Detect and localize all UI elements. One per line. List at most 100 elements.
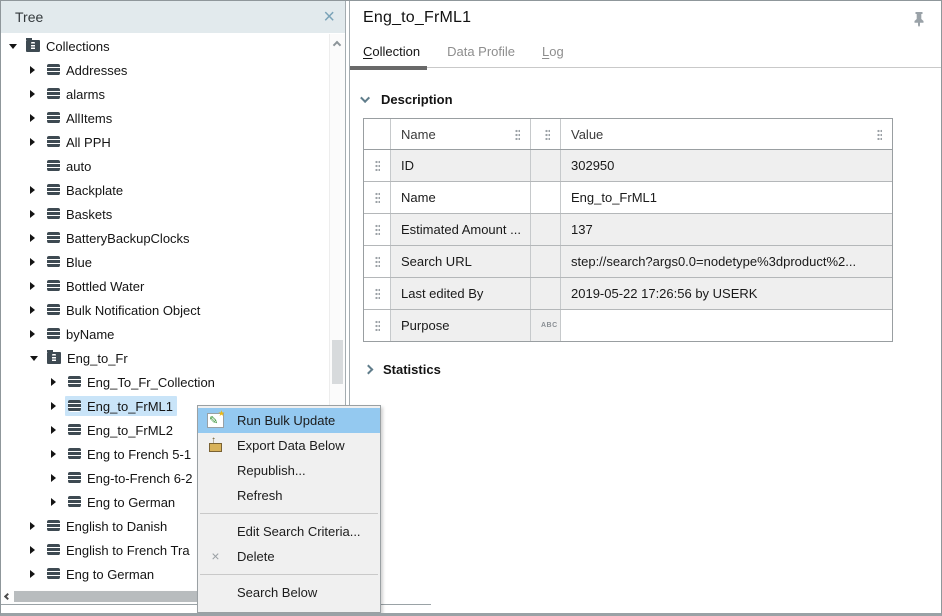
row-drag-handle[interactable] (364, 246, 391, 277)
expand-arrow-icon[interactable] (51, 473, 65, 483)
tree-item-content[interactable]: Eng_to_FrML1 (65, 396, 177, 416)
expand-arrow-icon[interactable] (51, 449, 65, 459)
tree-item[interactable]: AllItems (1, 106, 329, 130)
tree-item-content[interactable]: Eng_to_FrML2 (65, 420, 177, 440)
menu-item-republish[interactable]: Republish... (198, 458, 380, 483)
tree-item[interactable]: All PPH (1, 130, 329, 154)
expand-arrow-icon[interactable] (51, 497, 65, 507)
tree-item-content[interactable]: Eng_To_Fr_Collection (65, 372, 219, 392)
tree-item[interactable]: Bottled Water (1, 274, 329, 298)
tree-item[interactable]: Bulk Notification Object (1, 298, 329, 322)
attribute-value-cell[interactable]: 137 (561, 214, 892, 245)
tree-item[interactable]: Baskets (1, 202, 329, 226)
expand-arrow-icon[interactable] (30, 137, 44, 147)
tree-item-content[interactable]: Blue (44, 252, 96, 272)
expand-arrow-icon[interactable] (9, 41, 23, 51)
expand-arrow-icon[interactable] (51, 377, 65, 387)
tree-item-label: Addresses (66, 63, 127, 78)
expand-arrow-icon[interactable] (30, 185, 44, 195)
expand-arrow-icon[interactable] (30, 545, 44, 555)
tree-item[interactable]: byName (1, 322, 329, 346)
tree-item[interactable]: BatteryBackupClocks (1, 226, 329, 250)
tree-item-label: alarms (66, 87, 105, 102)
tree-item-content[interactable]: All PPH (44, 132, 115, 152)
column-header-type[interactable] (531, 119, 561, 149)
tab-log[interactable]: Log (542, 44, 564, 59)
tree-item-content[interactable]: Eng-to-French 6-2 (65, 468, 197, 488)
expand-arrow-icon[interactable] (30, 569, 44, 579)
tree-item-content[interactable]: AllItems (44, 108, 116, 128)
tree-item-content[interactable]: BatteryBackupClocks (44, 228, 194, 248)
expand-arrow-icon[interactable] (30, 113, 44, 123)
tree-item[interactable]: Eng_to_Fr (1, 346, 329, 370)
expand-arrow-icon[interactable] (30, 521, 44, 531)
tree-item-content[interactable]: alarms (44, 84, 109, 104)
menu-item-delete[interactable]: ×Delete (198, 544, 380, 569)
menu-item-edit-search-criteria[interactable]: Edit Search Criteria... (198, 519, 380, 544)
tree-item-content[interactable]: Collections (23, 36, 114, 56)
expand-arrow-icon[interactable] (51, 401, 65, 411)
expand-arrow-icon[interactable] (30, 353, 44, 363)
tree-item-content[interactable]: auto (44, 156, 95, 176)
tree-item[interactable]: Backplate (1, 178, 329, 202)
tree-item-content[interactable]: Addresses (44, 60, 131, 80)
column-menu-icon[interactable] (877, 129, 882, 140)
expand-arrow-icon[interactable] (30, 305, 44, 315)
row-drag-handle[interactable] (364, 182, 391, 213)
column-menu-icon[interactable] (545, 129, 550, 140)
tree-item-content[interactable]: Eng_to_Fr (44, 348, 132, 368)
tree-item[interactable]: Blue (1, 250, 329, 274)
tree-item-content[interactable]: Eng to German (44, 564, 158, 584)
expand-arrow-icon[interactable] (30, 233, 44, 243)
close-icon[interactable]: × (323, 9, 335, 25)
statistics-section-header[interactable]: Statistics (363, 362, 941, 377)
row-drag-handle[interactable] (364, 310, 391, 341)
tree-item[interactable]: Eng_To_Fr_Collection (1, 370, 329, 394)
tree-item-content[interactable]: Backplate (44, 180, 127, 200)
column-header-value[interactable]: Value (561, 119, 892, 149)
tree-item-content[interactable]: Eng to French 5-1 (65, 444, 195, 464)
expand-arrow-icon[interactable] (30, 281, 44, 291)
expand-arrow-icon[interactable] (30, 65, 44, 75)
description-section-header[interactable]: Description (363, 92, 941, 107)
menu-item-refresh[interactable]: Refresh (198, 483, 380, 508)
expand-arrow-icon[interactable] (30, 329, 44, 339)
tree-item-content[interactable]: Bulk Notification Object (44, 300, 204, 320)
tree-item-content[interactable]: Eng to German (65, 492, 179, 512)
column-header-name[interactable]: Name (391, 119, 531, 149)
tree-item-content[interactable]: Bottled Water (44, 276, 148, 296)
expand-arrow-icon[interactable] (30, 209, 44, 219)
scroll-up-arrow-icon[interactable] (333, 41, 341, 49)
chevron-right-icon[interactable] (364, 365, 374, 375)
tree-item[interactable]: alarms (1, 82, 329, 106)
tree-item[interactable]: Collections (1, 34, 329, 58)
tree-item[interactable]: Addresses (1, 58, 329, 82)
tree-item-content[interactable]: English to Danish (44, 516, 171, 536)
expand-arrow-icon[interactable] (51, 425, 65, 435)
attribute-value-cell[interactable] (561, 310, 892, 341)
scroll-left-arrow-icon[interactable] (4, 593, 11, 600)
menu-item-run-bulk-update[interactable]: ✎★Run Bulk Update (198, 408, 380, 433)
pin-icon[interactable] (911, 11, 927, 29)
tree-item-content[interactable]: byName (44, 324, 118, 344)
row-drag-handle[interactable] (364, 214, 391, 245)
tree-item-content[interactable]: English to French Tra (44, 540, 194, 560)
expand-arrow-icon[interactable] (30, 89, 44, 99)
row-drag-handle[interactable] (364, 150, 391, 181)
attribute-value-cell[interactable]: Eng_to_FrML1 (561, 182, 892, 213)
attribute-value-cell[interactable]: step://search?args0.0=nodetype%3dproduct… (561, 246, 892, 277)
attribute-value-cell[interactable]: 302950 (561, 150, 892, 181)
tab-collection[interactable]: Collection (363, 44, 420, 59)
tree-item[interactable]: auto (1, 154, 329, 178)
chevron-down-icon[interactable] (360, 93, 370, 103)
vertical-scroll-thumb[interactable] (332, 340, 343, 384)
row-drag-handle[interactable] (364, 278, 391, 309)
expand-arrow-icon[interactable] (30, 257, 44, 267)
horizontal-scroll-thumb[interactable] (14, 591, 197, 602)
column-menu-icon[interactable] (515, 129, 520, 140)
tree-item-content[interactable]: Baskets (44, 204, 116, 224)
menu-item-export-data-below[interactable]: Export Data Below (198, 433, 380, 458)
tab-data-profile[interactable]: Data Profile (447, 44, 515, 59)
attribute-value-cell[interactable]: 2019-05-22 17:26:56 by USERK (561, 278, 892, 309)
menu-item-search-below[interactable]: Search Below (198, 580, 380, 605)
